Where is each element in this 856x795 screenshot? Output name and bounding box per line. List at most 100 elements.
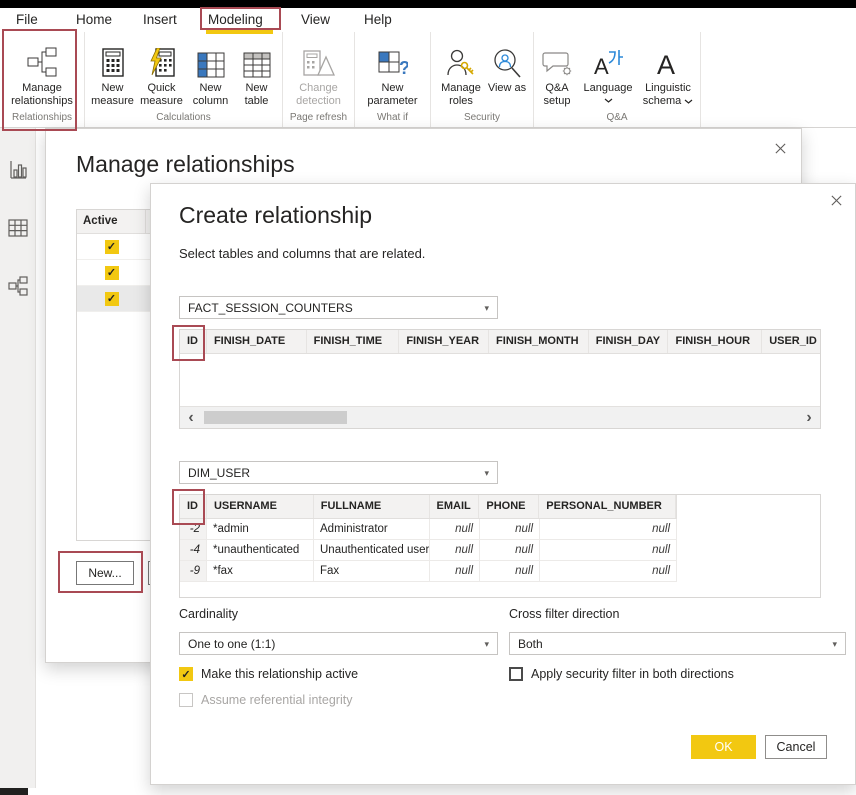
column-header[interactable]: FINISH_TIME <box>307 330 400 353</box>
table2-select[interactable]: DIM_USER ▾ <box>179 461 498 484</box>
cross-filter-select[interactable]: Both ▾ <box>509 632 846 655</box>
model-view-button[interactable] <box>6 274 30 298</box>
button-label: Linguistic schema <box>636 82 700 107</box>
table1-selected-value: FACT_SESSION_COUNTERS <box>188 301 353 315</box>
column-header[interactable]: FINISH_DATE <box>207 330 307 353</box>
table-row: -4 *unauthenticated Unauthenticated user… <box>180 540 677 561</box>
dialog-title: Create relationship <box>179 202 372 229</box>
column-header[interactable]: FINISH_YEAR <box>399 330 489 353</box>
group-label-security: Security <box>431 112 533 123</box>
menu-item-file[interactable]: File <box>16 8 38 32</box>
menu-item-view[interactable]: View <box>301 8 330 32</box>
new-parameter-icon: ? <box>378 38 408 80</box>
cell-id: -4 <box>180 540 207 560</box>
cancel-button[interactable]: Cancel <box>765 735 827 759</box>
status-bar-fragment <box>0 788 28 795</box>
column-header[interactable]: FINISH_DAY <box>589 330 669 353</box>
qa-setup-button[interactable]: Q&A setup <box>534 38 580 107</box>
cross-filter-label: Cross filter direction <box>509 607 619 621</box>
button-label: New parameter <box>361 82 425 107</box>
active-checkbox[interactable]: ✓ <box>105 266 119 280</box>
close-icon[interactable] <box>827 191 845 209</box>
security-filter-checkbox[interactable] <box>509 667 523 681</box>
svg-text:A: A <box>594 54 609 78</box>
data-view-button[interactable] <box>6 216 30 240</box>
column-header[interactable]: FINISH_HOUR <box>668 330 762 353</box>
new-table-button[interactable]: New table <box>235 38 279 107</box>
model-view-icon <box>8 276 28 296</box>
column-header[interactable]: USERNAME <box>207 495 314 518</box>
group-label-what-if: What if <box>355 112 430 123</box>
fact-table-preview: ID FINISH_DATE FINISH_TIME FINISH_YEAR F… <box>179 329 821 429</box>
manage-roles-button[interactable]: Manage roles <box>436 38 486 107</box>
group-label-calculations: Calculations <box>85 112 282 123</box>
column-header[interactable]: ID <box>180 330 207 353</box>
ribbon-group-what-if: ? New parameter What if <box>355 32 431 127</box>
menu-item-help[interactable]: Help <box>364 8 392 32</box>
new-measure-button[interactable]: New measure <box>89 38 137 107</box>
manage-relationships-icon <box>27 38 57 80</box>
new-table-icon <box>243 38 271 80</box>
referential-integrity-checkbox <box>179 693 193 707</box>
cell-fullname: Fax <box>314 561 430 581</box>
column-header[interactable]: ID <box>180 495 207 518</box>
chevron-down-icon <box>684 99 693 104</box>
title-bar <box>0 0 856 8</box>
scroll-left-icon[interactable]: ‹ <box>180 409 202 427</box>
svg-text:A: A <box>657 50 675 78</box>
button-label: New table <box>235 82 279 107</box>
button-label: View as <box>488 82 526 95</box>
ribbon: Manage relationships Relationships New m… <box>0 32 856 128</box>
view-as-button[interactable]: View as <box>486 38 528 95</box>
quick-measure-button[interactable]: Quick measure <box>137 38 187 107</box>
cell-personal-number: null <box>540 561 677 581</box>
dialog-title: Manage relationships <box>76 151 295 178</box>
group-label-qa: Q&A <box>534 112 700 123</box>
ribbon-group-qa: Q&A setup A Language A Linguistic schema… <box>534 32 701 127</box>
button-label: Change detection <box>285 82 353 107</box>
column-header[interactable]: PERSONAL_NUMBER <box>539 495 676 518</box>
ok-button[interactable]: OK <box>691 735 756 759</box>
dropdown-caret-icon: ▾ <box>484 633 489 656</box>
cardinality-select[interactable]: One to one (1:1) ▾ <box>179 632 498 655</box>
cardinality-label: Cardinality <box>179 607 238 621</box>
menu-item-home[interactable]: Home <box>76 8 112 32</box>
column-header[interactable]: EMAIL <box>430 495 480 518</box>
ribbon-group-page-refresh: Change detection Page refresh <box>283 32 355 127</box>
dialog-subtitle: Select tables and columns that are relat… <box>179 246 425 261</box>
powerbi-window: File Home Insert Modeling View Help Mana… <box>0 0 856 795</box>
security-filter-label: Apply security filter in both directions <box>531 667 734 681</box>
menu-item-insert[interactable]: Insert <box>143 8 177 32</box>
column-header[interactable]: FULLNAME <box>314 495 430 518</box>
column-header[interactable]: USER_ID <box>762 330 820 353</box>
table1-select[interactable]: FACT_SESSION_COUNTERS ▾ <box>179 296 498 319</box>
make-active-checkbox[interactable]: ✓ <box>179 667 193 681</box>
create-relationship-dialog: Create relationship Select tables and co… <box>150 183 856 785</box>
new-relationship-button[interactable]: New... <box>76 561 134 585</box>
close-icon[interactable] <box>771 139 789 157</box>
report-view-button[interactable] <box>6 158 30 182</box>
cell-id: -2 <box>180 519 207 539</box>
menu-item-modeling[interactable]: Modeling <box>208 8 263 32</box>
active-checkbox[interactable]: ✓ <box>105 240 119 254</box>
column-header[interactable]: PHONE <box>479 495 539 518</box>
new-parameter-button[interactable]: ? New parameter <box>361 38 425 107</box>
group-label-relationships: Relationships <box>0 112 84 123</box>
scrollbar-thumb[interactable] <box>204 411 347 424</box>
linguistic-schema-button[interactable]: A Linguistic schema <box>636 38 700 107</box>
cell-email: null <box>430 519 480 539</box>
horizontal-scrollbar[interactable]: ‹ › <box>180 406 820 428</box>
table-row: -2 *admin Administrator null null null <box>180 519 677 540</box>
new-column-button[interactable]: New column <box>187 38 235 107</box>
manage-relationships-button[interactable]: Manage relationships <box>5 38 79 107</box>
active-checkbox[interactable]: ✓ <box>105 292 119 306</box>
scroll-right-icon[interactable]: › <box>798 409 820 427</box>
table2-selected-value: DIM_USER <box>188 466 250 480</box>
cell-personal-number: null <box>540 540 677 560</box>
button-label: New column <box>187 82 235 107</box>
cell-fullname: Administrator <box>314 519 430 539</box>
dim-table-preview: ID USERNAME FULLNAME EMAIL PHONE PERSONA… <box>179 494 821 598</box>
column-header[interactable]: FINISH_MONTH <box>489 330 589 353</box>
new-measure-icon <box>101 38 125 80</box>
language-button[interactable]: A Language <box>580 38 636 103</box>
